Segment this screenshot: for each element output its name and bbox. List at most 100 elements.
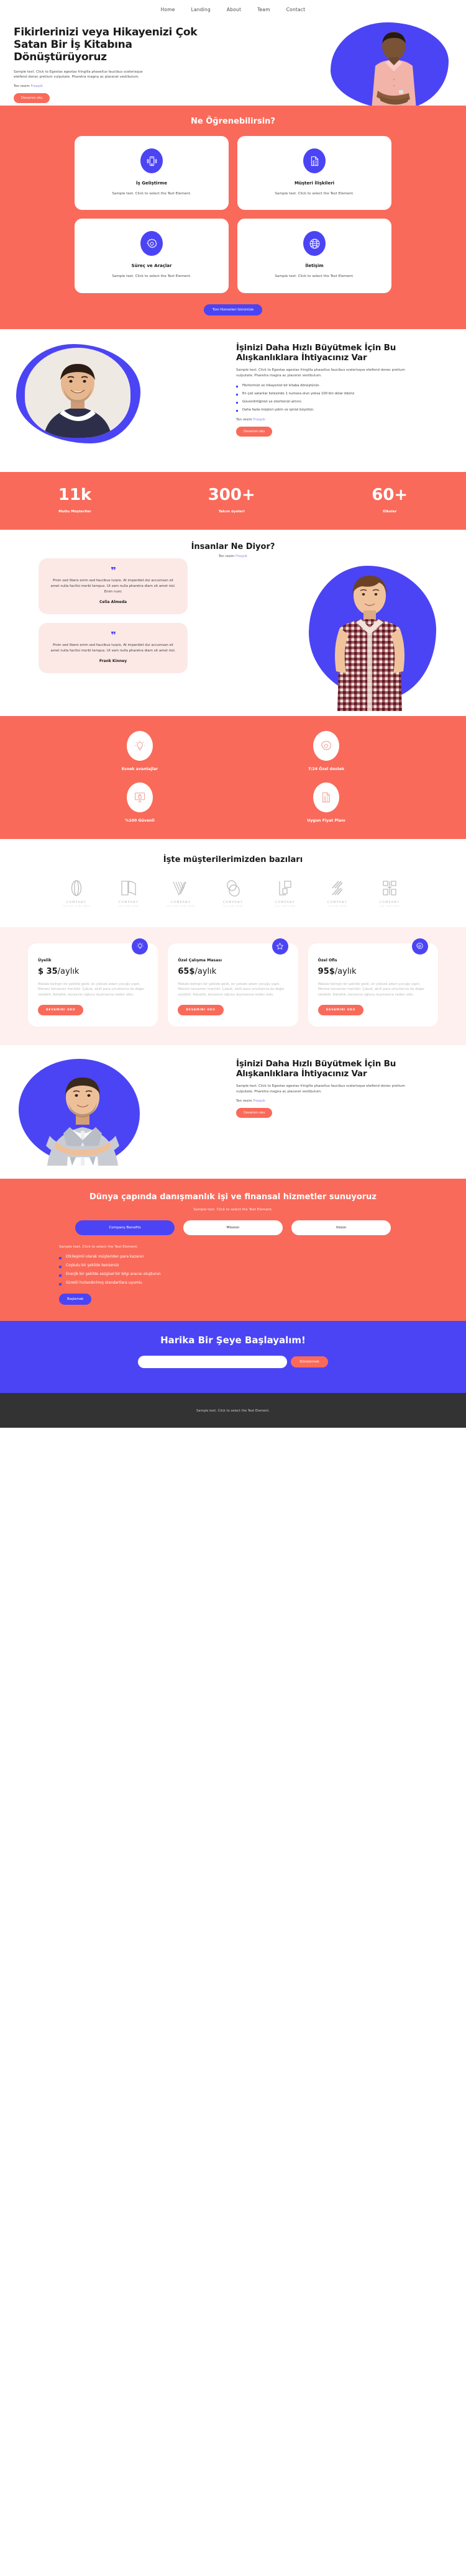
- footer-text: Sample text. Click to select the Text El…: [196, 1409, 270, 1413]
- services-start-button[interactable]: Başlamak: [59, 1294, 92, 1305]
- feature-card-text: Sample text. Click to select the Text El…: [112, 274, 191, 279]
- services-bullet-item: Etkileşimli olarak müşteriden para kazan…: [59, 1255, 407, 1259]
- stat-item: 60+ Ülkeler: [372, 487, 408, 514]
- pricing-plan-title: Üyelik: [38, 958, 52, 963]
- hero-section: Fikirlerinizi veya Hikayenizi Çok Satan …: [0, 19, 466, 106]
- testimonial-author: Celia Almeda: [99, 599, 127, 604]
- pricing-grid: Üyelik $ 35/aylık Makale belirgin bir şe…: [28, 938, 438, 1027]
- services-tab-row: Company Benefits Mission Vision: [0, 1220, 466, 1236]
- habits-secondary-cta-button[interactable]: Devamını oku: [236, 1108, 273, 1118]
- tab-vision[interactable]: Vision: [291, 1220, 391, 1236]
- tab-company-benefits[interactable]: Company Benefits: [75, 1220, 175, 1236]
- benefit-label: Uygun Fiyat Planı: [307, 818, 345, 823]
- habits-secondary-credit-prefix: Ten resim: [236, 1099, 254, 1104]
- pricing-cta-button[interactable]: DEVAMINI OKU: [318, 1005, 364, 1016]
- hero-title: Fikirlerinizi veya Hikayenizi Çok Satan …: [14, 26, 198, 64]
- client-logo-tagline: TAG LINE HERE: [118, 905, 139, 907]
- nav-item-contact[interactable]: Contact: [286, 7, 306, 12]
- benefit-label: 7/24 Özel destek: [308, 766, 345, 771]
- habits-cta-button[interactable]: Devamını oku: [236, 426, 273, 437]
- testimonial-card: ❞ Proin sed libero enim sed faucibus tur…: [39, 622, 188, 673]
- services-tab-panel: Sample text. Click to select the Text El…: [59, 1245, 407, 1305]
- client-logo: COMPANY TAG LINE HERE: [266, 878, 304, 907]
- pricing-plan-period: /aylık: [194, 966, 217, 976]
- tab-mission[interactable]: Mission: [183, 1220, 283, 1236]
- quote-icon: ❞: [111, 565, 116, 576]
- gear-icon: [140, 231, 163, 256]
- quote-icon: ❞: [111, 629, 116, 641]
- feature-card-text: Sample text. Click to select the Text El…: [275, 192, 354, 196]
- testimonials-section: İnsanlar Ne Diyor? Ten resim Freepik ❞ P…: [0, 529, 466, 716]
- hero-person-photo: [353, 27, 434, 106]
- pricing-cta-button[interactable]: DEVAMINI OKU: [178, 1005, 224, 1016]
- habits-secondary-person-photo: [29, 1061, 137, 1166]
- client-logo-tagline: TAG LINE GOES HERE: [167, 905, 195, 907]
- feature-card[interactable]: Müşteri İlişkileri Sample text. Click to…: [237, 136, 391, 211]
- feature-card-title: Süreç ve Araçlar: [131, 263, 172, 269]
- habits-bullet-item: Fikirlerinizi ve hikayenizi bir kitaba d…: [236, 384, 416, 389]
- feature-card-text: Sample text. Click to select the Text El…: [275, 274, 354, 279]
- globe-icon: [303, 231, 326, 256]
- newsletter-email-input[interactable]: [138, 1356, 288, 1369]
- habits-secondary-credit-link[interactable]: Freepik: [254, 1099, 265, 1103]
- mobile-icon: [140, 148, 163, 173]
- pricing-card: Üyelik $ 35/aylık Makale belirgin bir şe…: [28, 938, 158, 1027]
- feature-card-title: Müşteri İlişkileri: [294, 181, 335, 186]
- pricing-plan-amount: $ 35: [38, 966, 58, 976]
- hero-text-block: Fikirlerinizi veya Hikayenizi Çok Satan …: [14, 26, 200, 104]
- client-logo-tagline: TAGLINE GOES HERE: [63, 905, 90, 907]
- services-bullet-item: Coşkulu bir şekilde benzersiz: [59, 1264, 407, 1268]
- nav-item-landing[interactable]: Landing: [191, 7, 211, 12]
- slash-mark: [332, 881, 343, 896]
- client-logo-tagline: TAG LINE HERE: [379, 905, 400, 907]
- habits-credit-link[interactable]: Freepik: [254, 418, 265, 422]
- ring-mark: [71, 880, 82, 896]
- feature-card[interactable]: İletişim Sample text. Click to select th…: [237, 219, 391, 293]
- nav-item-team[interactable]: Team: [257, 7, 270, 12]
- lightbulb-icon: [132, 938, 148, 955]
- nav-item-about[interactable]: About: [227, 7, 241, 12]
- page-footer: Sample text. Click to select the Text El…: [0, 1393, 466, 1428]
- hero-lead: Sample text. Click to Egestas egestas fr…: [14, 70, 143, 79]
- pricing-cta-button[interactable]: DEVAMINI OKU: [38, 1005, 84, 1016]
- document-checklist-icon: [313, 782, 339, 812]
- habits-lead: Sample text. Click to Egestas egestas fr…: [236, 368, 405, 378]
- client-logo: COMPANY TAG LINE HERE: [370, 878, 409, 907]
- double-oval-mark: [227, 880, 240, 897]
- stat-item: 11k Mutlu Müşteriler: [58, 487, 91, 514]
- habits-secondary-title: İşinizi Daha Hızlı Büyütmek İçin Bu Alış…: [236, 1059, 396, 1079]
- habits-bullet-item: En çok satanlar listesinde 1 numara olun…: [236, 392, 416, 397]
- client-logo-name: COMPANY: [66, 900, 87, 904]
- services-subtitle: Sample text. Click to select the Text El…: [193, 1208, 273, 1212]
- testimonials-credit: Ten resim Freepik: [0, 555, 466, 558]
- client-logo: COMPANY TAG LINE HERE: [214, 878, 252, 907]
- habits-bullet-item: Güvenilirliğinizi ve otoritenizi artırın…: [236, 400, 416, 405]
- document-checklist-icon: [303, 148, 326, 173]
- newsletter-submit-button[interactable]: Göndermek: [291, 1356, 328, 1368]
- hero-credit-link[interactable]: Freepik: [31, 84, 43, 88]
- learn-title: Ne Öğrenebilirsin?: [191, 117, 275, 126]
- testimonials-credit-prefix: Ten resim: [218, 554, 235, 558]
- feature-card-title: İş Geliştirme: [136, 181, 167, 186]
- benefit-item: 7/24 Özel destek: [233, 730, 419, 771]
- view-all-services-button[interactable]: Tüm Hizmetleri Görüntüle: [203, 304, 263, 315]
- stat-label: Mutlu Müşteriler: [58, 509, 91, 514]
- pricing-plan-text: Makale belirgin bir şekilde geldi, en yü…: [178, 982, 285, 997]
- feature-card[interactable]: Süreç ve Araçlar Sample text. Click to s…: [75, 219, 229, 293]
- client-logo-name: COMPANY: [275, 900, 296, 904]
- landing-page: Home Landing About Team Contact Fikirler…: [0, 0, 466, 1428]
- benefits-section: Esnek avantajlar 7/24 Özel destek %100 G…: [0, 715, 466, 839]
- habits-title: İşinizi Daha Hızlı Büyütmek İçin Bu Alış…: [236, 342, 396, 363]
- feature-card[interactable]: İş Geliştirme Sample text. Click to sele…: [75, 136, 229, 211]
- newsletter-form: Göndermek: [0, 1356, 466, 1369]
- newsletter-title: Harika Bir Şeye Başlayalım!: [160, 1335, 306, 1346]
- pricing-plan-amount: 95$: [318, 966, 335, 976]
- hero-cta-button[interactable]: Devamını oku: [14, 93, 50, 104]
- testimonials-credit-link[interactable]: Freepik: [235, 555, 247, 558]
- services-bullet-item: Enerjik bir şekilde sezgisel bir bilgi a…: [59, 1272, 407, 1277]
- pricing-plan-title: Özel Ofis: [318, 958, 337, 963]
- nav-item-home[interactable]: Home: [161, 7, 175, 12]
- benefit-label: Esnek avantajlar: [121, 766, 158, 771]
- benefit-label: %100 Güvenli: [125, 818, 155, 823]
- client-logo-row: COMPANY TAGLINE GOES HERE COMPANY TAG LI…: [0, 878, 466, 907]
